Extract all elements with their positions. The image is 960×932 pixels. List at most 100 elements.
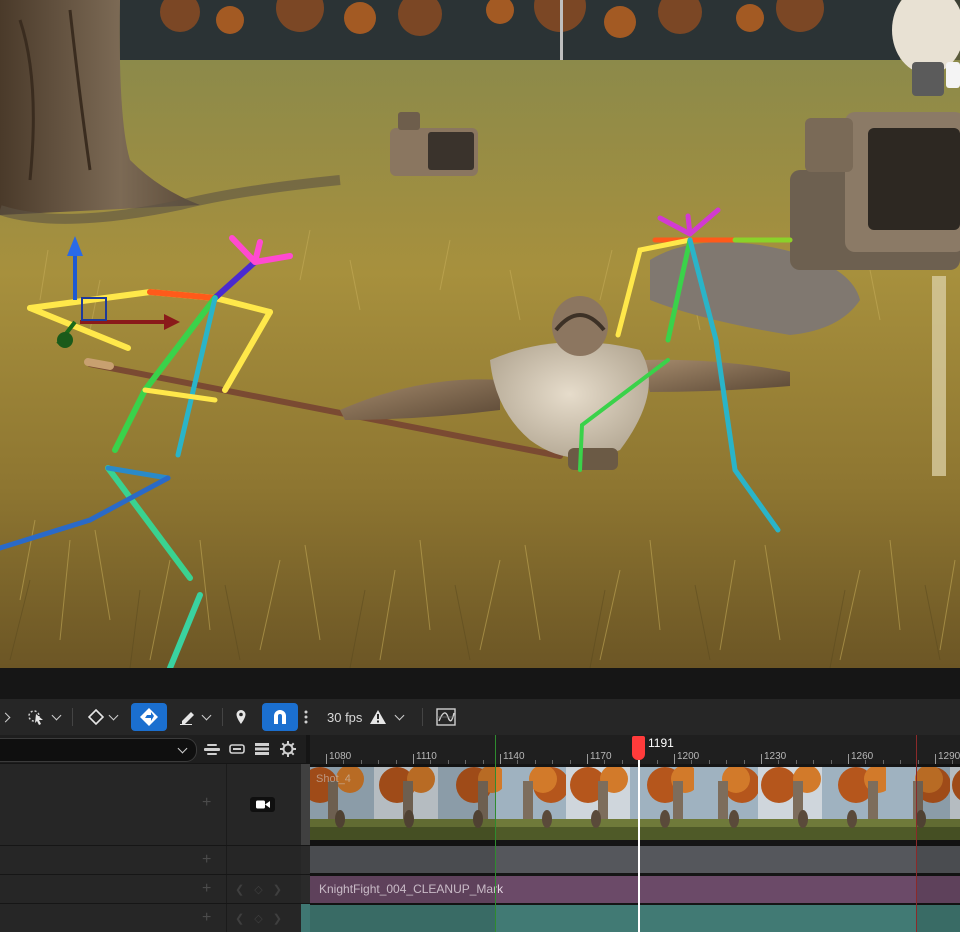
auto-key-icon xyxy=(140,708,158,726)
chevron-down-icon xyxy=(177,743,188,754)
ruler-minor-tick xyxy=(552,760,554,764)
edit-tool-button[interactable] xyxy=(174,703,214,731)
ruler-tick-label: 1260 xyxy=(851,751,874,762)
snap-options-button[interactable] xyxy=(300,703,312,731)
gear-icon xyxy=(280,741,296,757)
curve-editor-button[interactable] xyxy=(432,703,460,731)
add-track-icon[interactable]: + xyxy=(202,795,211,811)
fps-label: 30 fps xyxy=(327,709,363,725)
ruler-minor-tick xyxy=(691,760,693,764)
select-mode-button[interactable] xyxy=(22,703,64,731)
ruler-minor-tick xyxy=(813,760,815,764)
tab-bar-strip xyxy=(0,668,960,700)
key-navigation: ❮ ◇ ❯ xyxy=(235,883,282,896)
ruler-minor-tick xyxy=(517,760,519,764)
ruler-minor-tick xyxy=(621,760,623,764)
animation-track-row[interactable] xyxy=(0,875,226,903)
ruler-minor-tick xyxy=(569,760,571,764)
playhead-handle[interactable] xyxy=(632,736,645,760)
pen-icon xyxy=(179,712,194,725)
ruler-tick xyxy=(848,754,849,764)
snap-toggle-button[interactable] xyxy=(262,703,298,731)
ruler-minor-tick xyxy=(882,760,884,764)
playback-range-start[interactable] xyxy=(495,735,496,932)
frame-rate-dropdown[interactable]: 30 fps xyxy=(327,703,405,731)
kebab-icon xyxy=(304,710,308,724)
thumbnail-frame xyxy=(694,767,759,840)
search-input[interactable] xyxy=(0,738,197,762)
ruler-minor-tick xyxy=(726,760,728,764)
key-navigation: ❮ ◇ ❯ xyxy=(235,912,282,925)
thumbnail-frame xyxy=(822,767,887,840)
key-type-button[interactable] xyxy=(82,703,122,731)
ruler-tick-label: 1170 xyxy=(590,751,612,762)
ruler-tick-label: 1110 xyxy=(416,751,437,762)
settings-button[interactable] xyxy=(280,741,296,757)
add-key-icon[interactable]: ◇ xyxy=(254,883,262,896)
ruler-tick-label: 1230 xyxy=(764,751,787,762)
list-icon xyxy=(255,743,269,755)
ruler-tick xyxy=(326,754,327,764)
thumbnail-frame xyxy=(566,767,631,840)
camera-cut-button[interactable] xyxy=(250,797,275,812)
ruler-tick-label: 1080 xyxy=(329,751,352,762)
ruler-tick xyxy=(500,754,501,764)
chevron-down-icon xyxy=(201,710,211,720)
warning-icon xyxy=(370,710,387,724)
toolbar-separator xyxy=(72,708,73,726)
level-viewport[interactable] xyxy=(0,0,960,668)
ruler-tick xyxy=(935,754,936,764)
chevron-down-icon xyxy=(108,710,118,720)
ruler-tick xyxy=(761,754,762,764)
previous-key-icon[interactable]: ❮ xyxy=(235,912,244,925)
diamond-key-icon xyxy=(87,709,104,725)
ruler-minor-tick xyxy=(656,760,658,764)
ruler-minor-tick xyxy=(778,760,780,764)
ruler-tick-label: 1290 xyxy=(938,751,960,762)
add-track-icon[interactable]: + xyxy=(202,881,211,897)
transform-tools-button[interactable] xyxy=(0,703,12,731)
chevron-down-icon xyxy=(394,710,405,720)
add-key-icon[interactable]: ◇ xyxy=(254,912,262,925)
ruler-minor-tick xyxy=(743,760,745,764)
ruler-tick xyxy=(674,754,675,764)
playhead-frame-label: 1191 xyxy=(648,736,674,750)
auto-key-button[interactable] xyxy=(131,703,167,731)
playback-range-end[interactable] xyxy=(916,735,917,932)
toolbar-separator xyxy=(222,708,223,726)
curve-editor-icon xyxy=(436,708,456,726)
transform-track-row[interactable] xyxy=(0,904,226,932)
add-track-icon[interactable]: + xyxy=(202,852,211,868)
ruler-tick xyxy=(413,754,414,764)
out-of-range-shade xyxy=(310,764,495,932)
ruler-tick xyxy=(587,754,588,764)
camera-track-row[interactable] xyxy=(0,764,226,845)
list-view-button[interactable] xyxy=(254,741,270,757)
sequencer-toolbar: 30 fps xyxy=(0,699,960,735)
thumbnail-frame xyxy=(502,767,567,840)
track-gutter xyxy=(301,846,310,874)
ruler-minor-tick xyxy=(900,760,902,764)
next-key-icon[interactable]: ❯ xyxy=(273,912,282,925)
ruler-minor-tick xyxy=(708,760,710,764)
ruler-tick-label: 1200 xyxy=(677,751,700,762)
magnet-icon xyxy=(274,710,286,724)
track-gutter xyxy=(301,904,310,932)
ruler-minor-tick xyxy=(534,760,536,764)
next-key-icon[interactable]: ❯ xyxy=(273,883,282,896)
collapse-all-icon xyxy=(204,744,220,755)
subsection-track-controls xyxy=(226,846,306,874)
chevron-down-icon xyxy=(51,710,61,720)
expand-button[interactable] xyxy=(229,741,245,757)
thumbnail-frame xyxy=(758,767,823,840)
previous-key-icon[interactable]: ❮ xyxy=(235,883,244,896)
collapse-all-button[interactable] xyxy=(204,741,220,757)
playhead-line xyxy=(638,760,640,932)
track-gutter xyxy=(301,875,310,903)
add-track-icon[interactable]: + xyxy=(202,910,211,926)
out-of-range-shade xyxy=(917,764,960,932)
chevron-down-icon xyxy=(0,712,10,722)
add-marker-button[interactable] xyxy=(230,703,252,731)
select-keys-icon xyxy=(27,710,43,725)
subsection-track-row[interactable] xyxy=(0,846,226,874)
